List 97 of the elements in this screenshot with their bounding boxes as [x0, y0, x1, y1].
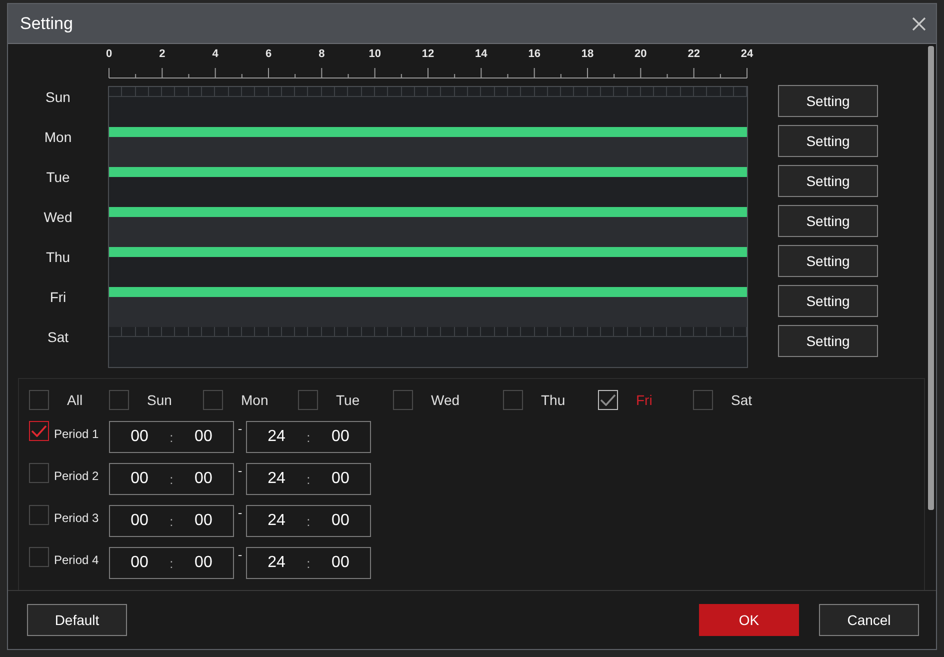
day-option-label: Thu — [541, 392, 566, 408]
minute-value: 00 — [194, 512, 212, 530]
minute-value: 00 — [332, 470, 350, 488]
minute-value: 00 — [332, 428, 350, 446]
scrollbar-thumb[interactable] — [928, 46, 934, 510]
time-field[interactable]: 00 : 00 — [109, 505, 234, 537]
time-field[interactable]: 24 : 00 — [246, 463, 371, 495]
hour-label: 2 — [159, 48, 166, 60]
hour-label: 4 — [212, 48, 218, 60]
hour-value: 00 — [130, 512, 148, 530]
day-option-label: Sun — [147, 392, 172, 408]
day-option-label: Tue — [336, 392, 360, 408]
minute-value: 00 — [332, 512, 350, 530]
minute-value: 00 — [194, 428, 212, 446]
hour-value: 24 — [268, 554, 286, 572]
setting-button[interactable]: Setting — [778, 85, 878, 117]
checkbox[interactable] — [503, 390, 523, 410]
period-label: Period 1 — [54, 426, 100, 441]
setting-button[interactable]: Setting — [778, 205, 878, 237]
checkbox[interactable] — [298, 390, 318, 410]
minute-value: 00 — [194, 470, 212, 488]
period-label: Period 4 — [54, 552, 100, 567]
time-field[interactable]: 24 : 00 — [246, 505, 371, 537]
setting-button[interactable]: Setting — [778, 245, 878, 277]
setting-button[interactable]: Setting — [778, 165, 878, 197]
cancel-button[interactable]: Cancel — [819, 604, 919, 636]
checkbox[interactable] — [29, 505, 49, 525]
checkbox[interactable] — [29, 463, 49, 483]
day-option-label: All — [67, 392, 83, 408]
hour-label: 14 — [475, 48, 488, 60]
setting-button[interactable]: Setting — [778, 325, 878, 357]
checkbox[interactable] — [29, 390, 49, 410]
hour-value: 00 — [130, 470, 148, 488]
day-label: Thu — [44, 248, 72, 267]
time-colon: : — [170, 556, 174, 570]
day-option-label: Fri — [636, 392, 652, 408]
time-field[interactable]: 24 : 00 — [246, 421, 371, 453]
day-option-label: Sat — [731, 392, 752, 408]
range-dash: - — [236, 463, 244, 478]
hour-label: 6 — [265, 48, 272, 60]
range-dash: - — [236, 421, 244, 436]
hour-label: 18 — [581, 48, 594, 60]
hour-label: 20 — [634, 48, 647, 60]
hour-label: 8 — [318, 48, 325, 60]
checkbox[interactable] — [29, 547, 49, 567]
day-label: Sat — [46, 328, 70, 347]
setting-button[interactable]: Setting — [778, 125, 878, 157]
minute-value: 00 — [332, 554, 350, 572]
default-button[interactable]: Default — [27, 604, 127, 636]
day-option-label: Mon — [241, 392, 268, 408]
hour-label: 22 — [688, 48, 700, 60]
time-colon: : — [306, 514, 310, 528]
window-title: Setting — [20, 14, 73, 34]
checkbox[interactable] — [693, 390, 713, 410]
hour-label: 24 — [740, 48, 754, 60]
time-field[interactable]: 00 : 00 — [109, 421, 234, 453]
time-field[interactable]: 24 : 00 — [246, 547, 371, 579]
time-colon: : — [170, 514, 174, 528]
period-label: Period 2 — [54, 468, 100, 483]
day-option-label: Wed — [431, 392, 460, 408]
hour-value: 24 — [268, 512, 286, 530]
range-dash: - — [236, 547, 244, 562]
day-label: Tue — [45, 168, 71, 187]
minute-value: 00 — [194, 554, 212, 572]
hour-value: 24 — [268, 470, 286, 488]
hour-label: 12 — [422, 48, 434, 60]
hour-label: 16 — [528, 48, 540, 60]
checkbox[interactable] — [203, 390, 223, 410]
period-label: Period 3 — [54, 510, 100, 525]
hour-value: 00 — [130, 428, 148, 446]
checkmark-icon — [31, 425, 47, 437]
checkbox[interactable] — [598, 390, 618, 410]
hour-value: 24 — [268, 428, 286, 446]
time-field[interactable]: 00 : 00 — [109, 463, 234, 495]
checkmark-icon — [600, 394, 616, 406]
range-dash: - — [236, 505, 244, 520]
checkbox[interactable] — [29, 421, 49, 441]
hour-label: 0 — [106, 48, 112, 60]
checkbox[interactable] — [393, 390, 413, 410]
time-colon: : — [306, 556, 310, 570]
time-colon: : — [170, 430, 174, 444]
time-field[interactable]: 00 : 00 — [109, 547, 234, 579]
time-colon: : — [306, 472, 310, 486]
time-grid[interactable] — [109, 87, 747, 97]
ok-button[interactable]: OK — [699, 604, 799, 636]
time-colon: : — [170, 472, 174, 486]
hour-value: 00 — [130, 554, 148, 572]
day-label: Fri — [48, 288, 68, 307]
checkbox[interactable] — [109, 390, 129, 410]
day-label: Mon — [43, 128, 73, 147]
close-icon[interactable] — [912, 16, 926, 30]
day-label: Sun — [44, 88, 72, 107]
hour-label: 10 — [368, 48, 381, 60]
setting-button[interactable]: Setting — [778, 285, 878, 317]
time-grid[interactable] — [109, 327, 747, 337]
time-colon: : — [306, 430, 310, 444]
day-label: Wed — [42, 208, 74, 227]
